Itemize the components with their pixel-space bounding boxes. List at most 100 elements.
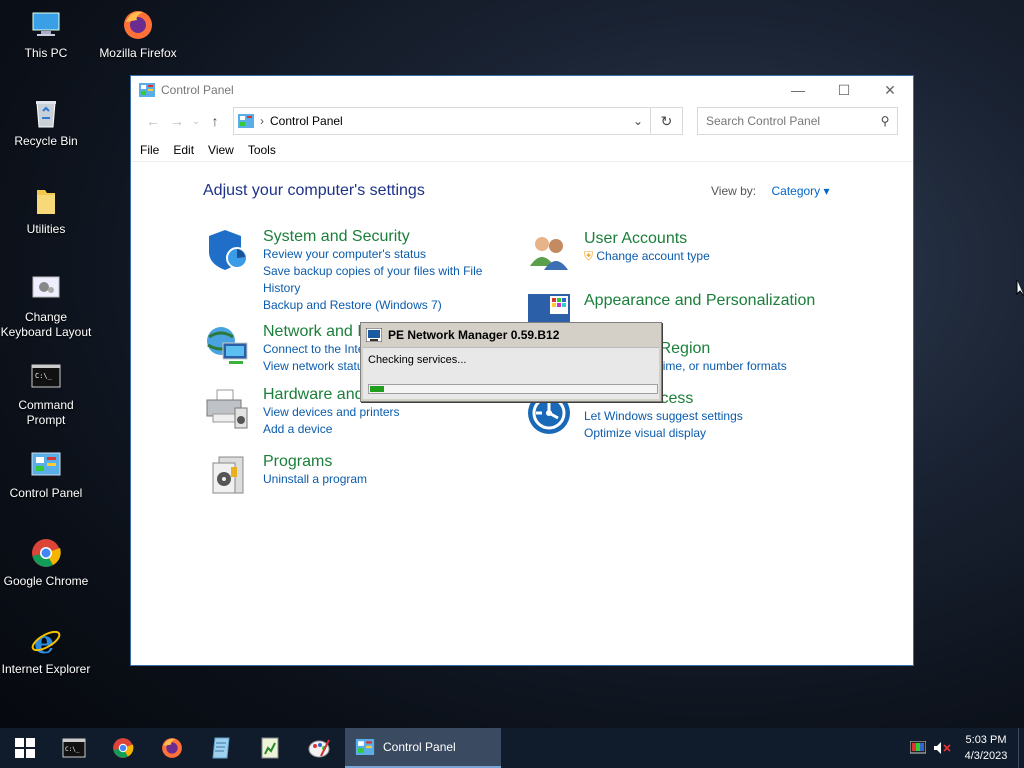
breadcrumb[interactable]: Control Panel — [270, 114, 626, 128]
category-link[interactable]: Optimize visual display — [584, 425, 824, 442]
menu-bar: File Edit View Tools — [131, 138, 913, 162]
desktop-icon-change-keyboard-layout[interactable]: Change Keyboard Layout — [0, 272, 92, 340]
view-by-dropdown[interactable]: Category ▾ — [771, 184, 829, 198]
category-link[interactable]: Uninstall a program — [263, 471, 503, 488]
tray-volume-icon[interactable] — [930, 728, 954, 768]
desktop-icon-label: Internet Explorer — [1, 662, 91, 676]
address-bar[interactable]: › Control Panel ⌄ — [233, 107, 651, 135]
users-icon — [530, 237, 568, 270]
taskbar-command-prompt[interactable]: C:\_ — [49, 728, 98, 768]
chevron-down-icon: ⌄ — [192, 115, 200, 126]
show-desktop-button[interactable] — [1018, 728, 1024, 768]
forward-button[interactable]: → — [165, 109, 189, 133]
command-prompt-icon: C:\_ — [62, 738, 85, 758]
paint-palette-icon — [308, 739, 330, 758]
color-display-icon — [910, 741, 926, 754]
category-link[interactable]: Add a device — [263, 421, 503, 438]
desktop-icon-label: This PC — [24, 46, 68, 60]
control-panel-icon — [31, 452, 61, 476]
desktop-icon-label: Command Prompt — [18, 398, 74, 427]
desktop-icon-internet-explorer[interactable]: e Internet Explorer — [0, 624, 92, 677]
category-link[interactable]: ⛨ Change account type — [584, 248, 824, 265]
category-title[interactable]: Appearance and Personalization — [584, 292, 844, 310]
category-link[interactable]: Let Windows suggest settings — [584, 408, 824, 425]
menu-view[interactable]: View — [208, 143, 234, 157]
category-programs: Programs Uninstall a program — [205, 453, 505, 499]
chrome-icon — [112, 738, 133, 758]
windows-logo-icon — [14, 738, 35, 758]
desktop-icon-this-pc[interactable]: This PC — [0, 8, 92, 61]
chrome-icon — [32, 539, 61, 567]
category-title[interactable]: System and Security — [263, 228, 503, 246]
close-button[interactable]: ✕ — [867, 76, 913, 104]
taskbar-document-app[interactable] — [245, 728, 294, 768]
firefox-icon — [161, 738, 182, 758]
desktop-icon-command-prompt[interactable]: C:\_ Command Prompt — [0, 360, 92, 428]
svg-text:C:\_: C:\_ — [65, 746, 80, 753]
taskbar-clock[interactable]: 5:03 PM 4/3/2023 — [954, 732, 1018, 764]
minimize-button[interactable]: — — [775, 76, 821, 104]
desktop-icon-recycle-bin[interactable]: Recycle Bin — [0, 96, 92, 149]
desktop-icon-firefox[interactable]: Mozilla Firefox — [92, 8, 184, 61]
view-by-label: View by: — [711, 184, 757, 198]
category-system-and-security: System and Security Review your computer… — [205, 228, 505, 312]
svg-text:C:\_: C:\_ — [35, 372, 53, 380]
menu-tools[interactable]: Tools — [248, 143, 276, 157]
volume-muted-icon — [934, 742, 951, 754]
category-title[interactable]: User Accounts — [584, 230, 824, 248]
search-input[interactable]: Search Control Panel ⚲ — [697, 107, 898, 135]
menu-edit[interactable]: Edit — [173, 143, 194, 157]
programs-icon — [212, 456, 244, 494]
taskbar-paint-app[interactable] — [294, 728, 343, 768]
menu-file[interactable]: File — [140, 143, 159, 157]
taskbar-control-panel[interactable]: Control Panel — [345, 728, 501, 768]
command-prompt-icon: C:\_ — [31, 364, 61, 388]
network-manager-icon — [366, 328, 382, 342]
category-link[interactable]: View devices and printers — [263, 404, 503, 421]
view-by-value: Category — [771, 184, 821, 198]
control-panel-icon — [238, 114, 254, 128]
system-tray: 5:03 PM 4/3/2023 — [906, 728, 1024, 768]
category-title[interactable]: Programs — [263, 453, 503, 471]
category-link[interactable]: Review your computer's status — [263, 246, 503, 263]
progress-fill — [370, 386, 385, 392]
taskbar-firefox[interactable] — [147, 728, 196, 768]
desktop-icon-label: Google Chrome — [3, 574, 89, 588]
category-user-accounts: User Accounts ⛨ Change account type — [526, 230, 826, 276]
desktop-icon-utilities[interactable]: Utilities — [0, 184, 92, 237]
chevron-down-icon[interactable]: ⌄ — [626, 114, 650, 128]
network-manager-dialog: PE Network Manager 0.59.B12 Checking ser… — [360, 322, 662, 402]
taskbar-chrome[interactable] — [98, 728, 147, 768]
view-by: View by: Category ▾ — [711, 184, 830, 198]
window-titlebar[interactable]: Control Panel — ☐ ✕ — [131, 76, 913, 104]
tray-display-icon[interactable] — [906, 728, 930, 768]
start-button[interactable] — [0, 728, 49, 768]
category-appearance-and-personalization: Appearance and Personalization — [526, 292, 846, 324]
up-button[interactable]: ↑ — [203, 109, 227, 133]
category-link[interactable]: Save backup copies of your files with Fi… — [263, 263, 503, 297]
search-placeholder: Search Control Panel — [706, 114, 821, 128]
firefox-icon — [124, 11, 152, 39]
taskbar-item-label: Control Panel — [383, 740, 456, 754]
desktop-icon-google-chrome[interactable]: Google Chrome — [0, 536, 92, 589]
desktop-icon-label: Utilities — [26, 222, 66, 236]
category-link-label: Change account type — [596, 249, 710, 263]
search-icon: ⚲ — [880, 114, 890, 128]
maximize-button[interactable]: ☐ — [821, 76, 867, 104]
progress-bar — [368, 384, 658, 394]
desktop-icon-label: Control Panel — [9, 486, 83, 500]
recent-locations-button[interactable]: ⌄ — [189, 109, 203, 133]
back-button[interactable]: ← — [141, 109, 165, 133]
category-link[interactable]: Backup and Restore (Windows 7) — [263, 297, 503, 314]
control-panel-content: Adjust your computer's settings View by:… — [131, 162, 913, 662]
uac-shield-icon: ⛨ — [584, 249, 594, 263]
control-panel-icon — [355, 739, 375, 755]
clock-date: 4/3/2023 — [964, 750, 1008, 762]
taskbar: C:\_ Control Panel 5:03 PM 4/3/2023 — [0, 728, 1024, 768]
notepad-icon — [211, 737, 230, 759]
category-text: System and Security Review your computer… — [263, 228, 503, 314]
taskbar-notes-app[interactable] — [196, 728, 245, 768]
refresh-button[interactable]: ↻ — [651, 107, 683, 135]
desktop-icon-control-panel[interactable]: Control Panel — [0, 448, 92, 501]
dialog-titlebar[interactable]: PE Network Manager 0.59.B12 — [361, 323, 661, 347]
